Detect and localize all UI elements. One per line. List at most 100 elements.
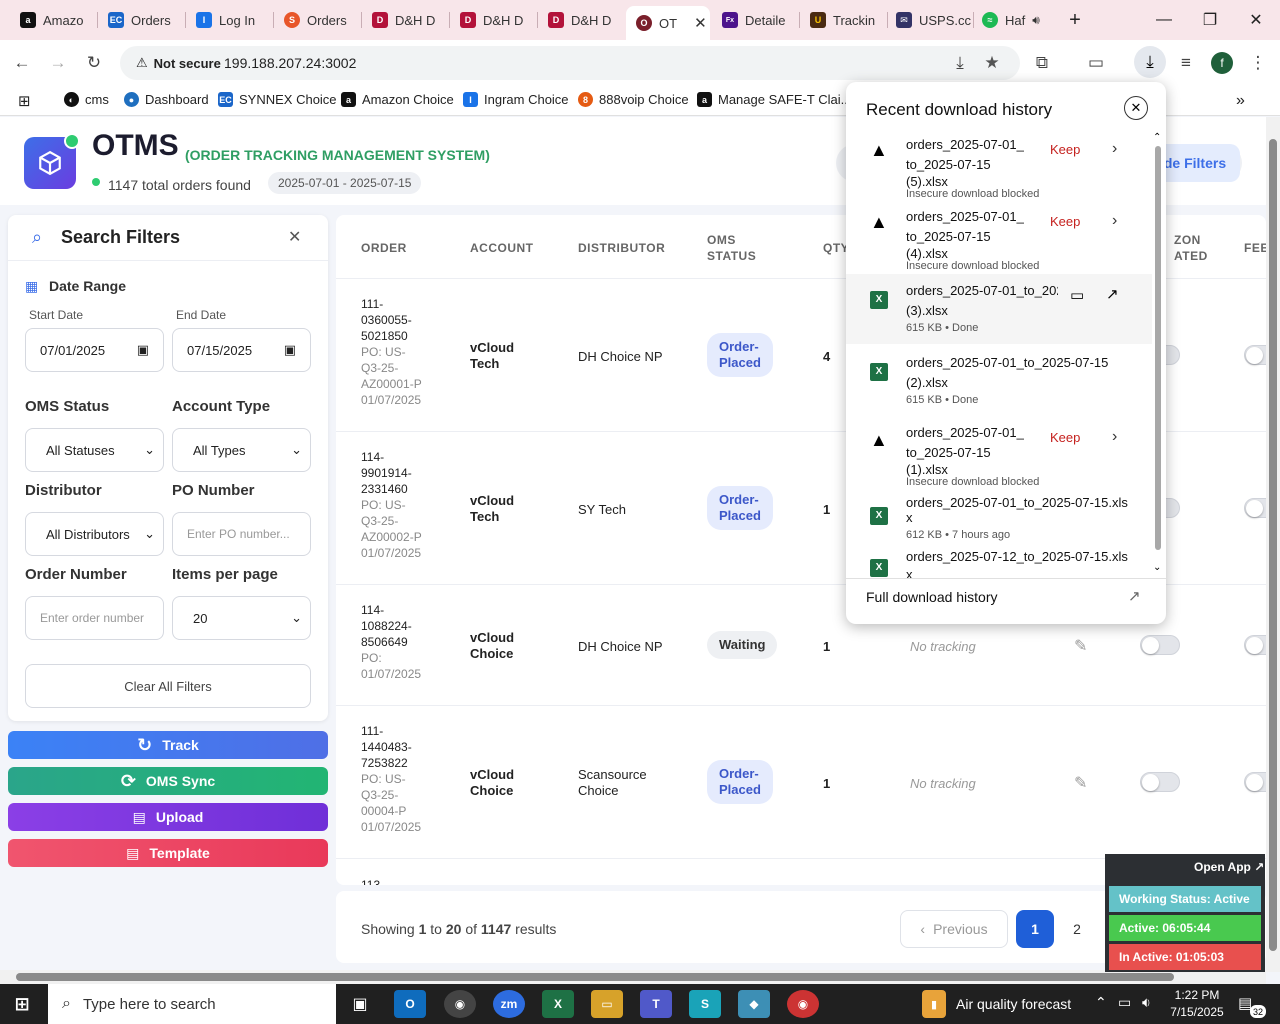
scrollbar-thumb[interactable]: [1269, 139, 1277, 951]
zoom-icon[interactable]: zm: [493, 990, 525, 1018]
extensions-icon[interactable]: ⧉: [1030, 51, 1054, 75]
menu-icon[interactable]: ⋮: [1246, 51, 1270, 75]
tab-usps[interactable]: ✉ USPS.cc: [886, 6, 974, 34]
clear-filters-button[interactable]: Clear All Filters: [25, 664, 311, 708]
tab-login[interactable]: I Log In: [186, 6, 274, 34]
clock-date[interactable]: 7/15/2025: [1166, 1005, 1228, 1019]
previous-button[interactable]: ‹ Previous: [900, 910, 1008, 948]
more-bookmarks-icon[interactable]: »: [1236, 92, 1245, 110]
track-button[interactable]: ↻ Track: [8, 731, 328, 759]
back-icon[interactable]: ←: [10, 51, 34, 75]
chevron-right-icon[interactable]: ›: [1112, 140, 1117, 158]
keep-button[interactable]: Keep: [1050, 214, 1080, 229]
page-2-button[interactable]: 2: [1058, 910, 1096, 948]
file-explorer-icon[interactable]: ▭: [591, 990, 623, 1018]
teams-icon[interactable]: T: [640, 990, 672, 1018]
open-external-icon[interactable]: ↗: [1128, 587, 1141, 605]
apps-grid-icon[interactable]: ⊞: [18, 92, 31, 110]
reading-mode-icon[interactable]: ▭: [1084, 51, 1108, 75]
scroll-up-icon[interactable]: ⌃: [1153, 132, 1161, 143]
taskbar-search[interactable]: ⌕ Type here to search: [48, 984, 336, 1024]
downloads-icon[interactable]: ⤓: [1134, 46, 1166, 78]
tray-chevron-icon[interactable]: ⌃: [1095, 994, 1107, 1011]
chrome-profile-icon[interactable]: ◉: [787, 990, 819, 1018]
address-bar[interactable]: ⚠ Not secure 199.188.207.24:3002 ⤓ ★: [120, 46, 1020, 80]
po-number-input[interactable]: Enter PO number...: [172, 512, 311, 556]
distributor-select[interactable]: All Distributors ⌄: [25, 512, 164, 556]
download-page-icon[interactable]: ⤓: [948, 51, 972, 75]
tab-orders-ec[interactable]: EC Orders: [98, 6, 186, 34]
profile-avatar[interactable]: f: [1211, 52, 1233, 74]
task-view-icon[interactable]: ▣: [344, 990, 376, 1018]
order-number-input[interactable]: Enter order number: [25, 596, 164, 640]
volume-icon[interactable]: 🔉︎: [1142, 994, 1151, 1011]
upload-button[interactable]: ▤ Upload: [8, 803, 328, 831]
bookmark-star-icon[interactable]: ★: [980, 51, 1004, 75]
security-chip[interactable]: ⚠ Not secure: [128, 52, 229, 74]
tab-spotify[interactable]: ≈ Haf 🔊︎: [972, 6, 1058, 34]
download-item[interactable]: X orders_2025-07-12_to_2025-07-15.xls x: [846, 544, 1152, 578]
windows-start-icon[interactable]: ⊞: [6, 990, 38, 1018]
fee-toggle[interactable]: [1244, 498, 1266, 518]
forward-icon[interactable]: →: [46, 51, 70, 75]
fee-toggle[interactable]: [1244, 345, 1266, 365]
amazon-updated-toggle[interactable]: [1140, 772, 1180, 792]
chevron-right-icon[interactable]: ›: [1112, 428, 1117, 446]
downloads-scrollbar[interactable]: ⌃ ⌄: [1152, 132, 1164, 578]
download-item[interactable]: ▲ orders_2025-07-01_ to_2025-07-15 (5).xls…: [846, 132, 1152, 204]
start-date-input[interactable]: 07/01/2025 ▣: [25, 328, 164, 372]
chevron-right-icon[interactable]: ›: [1112, 212, 1117, 230]
table-row[interactable]: 111- 1440483- 7253822 PO: US- Q3-25- 000…: [336, 706, 1266, 859]
scroll-down-icon[interactable]: ⌄: [1153, 562, 1161, 573]
bookmark-synnex[interactable]: EC SYNNEX Choice: [218, 92, 337, 107]
full-history-link[interactable]: Full download history: [866, 589, 998, 605]
page-1-button[interactable]: 1: [1016, 910, 1054, 948]
end-date-input[interactable]: 07/15/2025 ▣: [172, 328, 311, 372]
outlook-icon[interactable]: O: [394, 990, 426, 1018]
open-external-icon[interactable]: ↗: [1106, 285, 1119, 303]
download-item[interactable]: ▲ orders_2025-07-01_ to_2025-07-15 (1).xls…: [846, 420, 1152, 492]
account-type-select[interactable]: All Types ⌄: [172, 428, 311, 472]
clock-time[interactable]: 1:22 PM: [1170, 988, 1224, 1002]
close-icon[interactable]: ✕: [1124, 96, 1148, 120]
template-button[interactable]: ▤ Template: [8, 839, 328, 867]
tab-ups[interactable]: U Trackin: [800, 6, 888, 34]
weather-text[interactable]: Air quality forecast: [956, 996, 1071, 1012]
bookmark-888voip[interactable]: 8 888voip Choice: [578, 92, 689, 107]
url-text[interactable]: 199.188.207.24:3002: [224, 55, 356, 71]
bookmark-amazon-choice[interactable]: a Amazon Choice: [341, 92, 454, 107]
horizontal-scrollbar[interactable]: [0, 970, 1266, 984]
amazon-updated-toggle[interactable]: [1140, 635, 1180, 655]
close-window-button[interactable]: ✕: [1233, 8, 1279, 32]
close-filters-icon[interactable]: ✕: [288, 227, 301, 247]
h-scrollbar-thumb[interactable]: [16, 973, 1174, 981]
app-s-icon[interactable]: S: [689, 990, 721, 1018]
items-per-page-select[interactable]: 20 ⌄: [172, 596, 311, 640]
oms-status-select[interactable]: All Statuses ⌄: [25, 428, 164, 472]
fee-toggle[interactable]: [1244, 772, 1266, 792]
chrome-icon[interactable]: ◉: [444, 990, 476, 1018]
minimize-button[interactable]: —: [1141, 8, 1187, 32]
vertical-scrollbar[interactable]: [1266, 117, 1280, 972]
tab-orders[interactable]: S Orders: [274, 6, 362, 34]
bookmark-safe-t[interactable]: a Manage SAFE-T Clai...: [697, 92, 851, 107]
folder-icon[interactable]: ▭: [1070, 286, 1084, 304]
tab-dh-2[interactable]: D D&H D: [450, 6, 538, 34]
calendar-icon[interactable]: ▣: [137, 342, 149, 358]
edit-pencil-icon[interactable]: ✎: [1074, 773, 1087, 793]
keep-button[interactable]: Keep: [1050, 430, 1080, 445]
reload-icon[interactable]: ↻: [82, 51, 106, 75]
bookmark-cms[interactable]: ◐ cms: [64, 92, 109, 107]
app-diamond-icon[interactable]: ◆: [738, 990, 770, 1018]
fee-toggle[interactable]: [1244, 635, 1266, 655]
download-item[interactable]: X orders_2025-07-01_to_202 (3).xlsx 615 K…: [846, 274, 1152, 344]
oms-sync-button[interactable]: ⟳ OMS Sync: [8, 767, 328, 795]
close-tab-icon[interactable]: ✕: [694, 14, 707, 32]
open-app-link[interactable]: Open App ↗: [1194, 860, 1264, 874]
download-item[interactable]: X orders_2025-07-01_to_2025-07-15 (2).xls…: [846, 346, 1152, 416]
tab-otms-active[interactable]: O OT ✕: [626, 6, 710, 40]
bookmark-dashboard[interactable]: ● Dashboard: [124, 92, 209, 107]
bookmark-ingram[interactable]: I Ingram Choice: [463, 92, 569, 107]
new-tab-button[interactable]: +: [1052, 8, 1098, 32]
network-icon[interactable]: ▭: [1118, 994, 1131, 1011]
